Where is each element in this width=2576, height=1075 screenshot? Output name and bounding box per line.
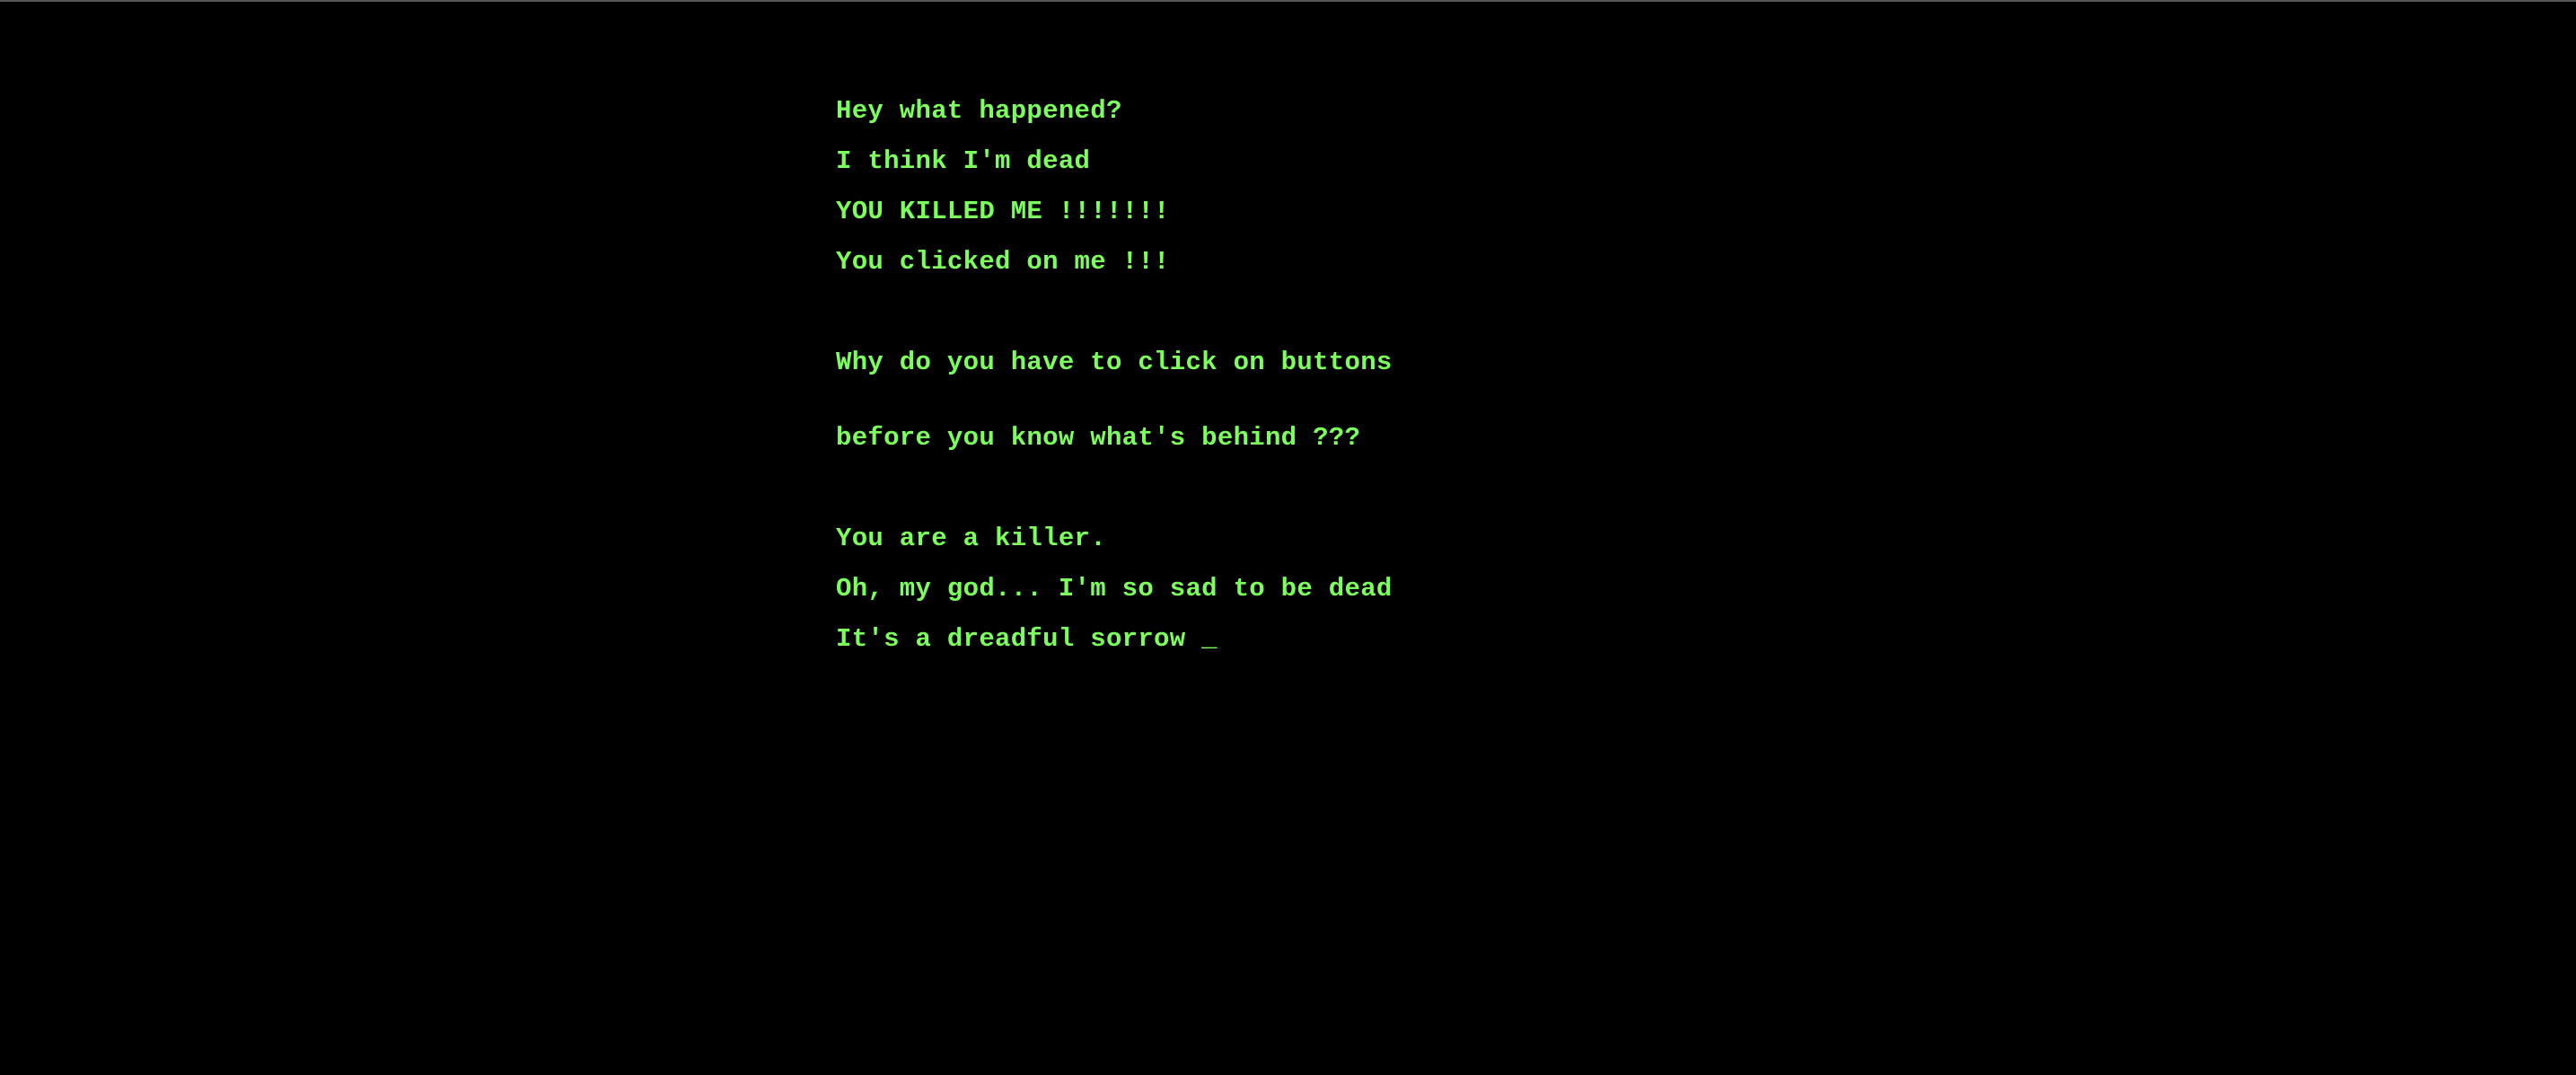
message-line: You are a killer. bbox=[836, 524, 1106, 553]
message-block: Why do you have to click on buttons befo… bbox=[836, 300, 1913, 501]
terminal-screen: Hey what happened? I think I'm dead YOU … bbox=[0, 0, 2576, 1075]
message-line: Oh, my god... I'm so sad to be dead bbox=[836, 574, 1393, 604]
message-line: You clicked on me !!! bbox=[836, 247, 1170, 277]
message-line: Why do you have to click on buttons bbox=[836, 348, 1393, 377]
message-line: It's a dreadful sorrow bbox=[836, 624, 1202, 654]
message-line: YOU KILLED ME !!!!!!! bbox=[836, 197, 1170, 226]
text-cursor: _ bbox=[1201, 624, 1218, 654]
message-line: before you know what's behind ??? bbox=[836, 423, 1361, 453]
current-line: It's a dreadful sorrow _ bbox=[836, 624, 1913, 654]
terminal-output: Hey what happened? I think I'm dead YOU … bbox=[836, 96, 1913, 654]
message-line: I think I'm dead bbox=[836, 146, 1091, 176]
message-line: Hey what happened? bbox=[836, 96, 1122, 126]
